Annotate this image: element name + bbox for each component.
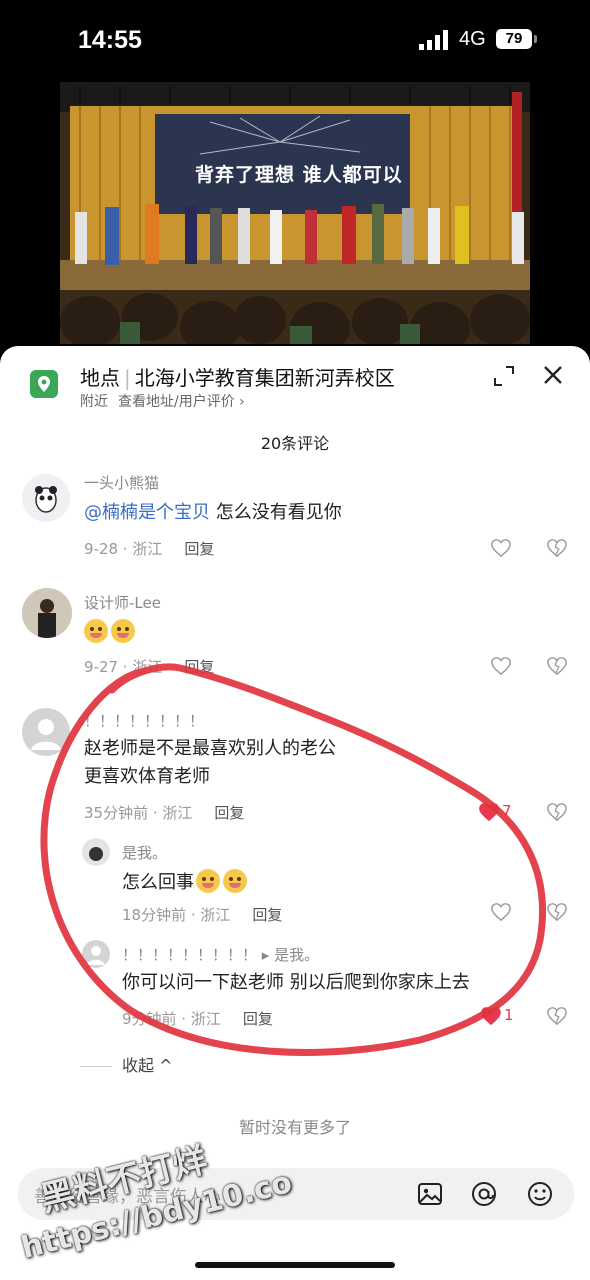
comment-meta: 9-28 · 浙江 回复	[84, 540, 215, 558]
emoji-icon	[111, 619, 135, 643]
dislike-icon[interactable]	[546, 802, 568, 822]
heart-icon[interactable]	[490, 902, 512, 922]
reply-meta: 9分钟前 · 浙江 回复	[122, 1010, 273, 1028]
heart-icon[interactable]	[478, 802, 500, 822]
like-count: 7	[502, 802, 512, 820]
signal-icon	[419, 30, 448, 50]
close-icon[interactable]	[540, 362, 566, 388]
no-more-text: 暂时没有更多了	[238, 1118, 351, 1137]
reply-button[interactable]: 回复	[184, 658, 214, 676]
like-count: 1	[504, 1006, 514, 1024]
mention-link[interactable]: @楠楠是个宝贝	[84, 502, 210, 523]
location-near: 附近	[80, 394, 108, 410]
emoji-icon	[196, 869, 220, 893]
reply-button[interactable]: 回复	[243, 1010, 273, 1028]
emoji-icon[interactable]	[526, 1180, 554, 1208]
heart-icon[interactable]	[490, 656, 512, 676]
comment-text: 赵老师是不是最喜欢别人的老公	[84, 738, 336, 759]
reply-meta: 18分钟前 · 浙江 回复	[122, 906, 283, 924]
avatar[interactable]	[22, 474, 70, 522]
comment-input[interactable]: 善语结善缘，恶言伤人心	[18, 1168, 574, 1220]
comments-sheet: 地点 | 北海小学教育集团新河弄校区 附近 查看地址/用户评价 › 20条评论 一头小…	[0, 346, 590, 1280]
comment-author[interactable]: 设计师-Lee	[84, 592, 161, 613]
view-address-link[interactable]: 查看地址/用户评价 ›	[118, 394, 245, 410]
network-type: 4G	[459, 28, 486, 50]
expand-icon[interactable]	[492, 364, 516, 388]
comment-text: @楠楠是个宝贝 怎么没有看见你	[84, 502, 342, 523]
heart-icon[interactable]	[480, 1006, 502, 1026]
dislike-icon[interactable]	[546, 1006, 568, 1026]
reply-text: 你可以问一下赵老师 别以后爬到你家床上去	[122, 972, 470, 993]
reply-author[interactable]: ！！！！！！！！！ ▸ 是我。	[122, 944, 319, 965]
comment-author[interactable]: ！！！！！！！！	[84, 710, 204, 731]
image-icon[interactable]	[416, 1180, 444, 1208]
comment-count: 20条评论	[260, 434, 330, 453]
video-banner-text: 背弃了理想 谁人都可以	[195, 164, 403, 186]
comment-input-placeholder: 善语结善缘，恶言伤人心	[34, 1187, 221, 1207]
stage-scene-image	[60, 82, 530, 344]
location-label: 地点	[80, 366, 120, 390]
comment-meta: 9-27 · 浙江 回复	[84, 658, 215, 676]
location-name: 北海小学教育集团新河弄校区	[134, 366, 395, 390]
dislike-icon[interactable]	[546, 656, 568, 676]
reply-button[interactable]: 回复	[214, 804, 244, 822]
avatar[interactable]	[82, 940, 110, 968]
battery-icon: 79	[496, 29, 537, 49]
heart-icon[interactable]	[490, 538, 512, 558]
home-indicator[interactable]	[195, 1262, 395, 1268]
comment-text	[84, 618, 138, 647]
reply-author[interactable]: 是我。	[122, 842, 167, 863]
dislike-icon[interactable]	[546, 538, 568, 558]
comment-text: 更喜欢体育老师	[84, 766, 210, 787]
status-time: 14:55	[78, 26, 142, 54]
at-icon[interactable]	[470, 1180, 498, 1208]
reply-button[interactable]: 回复	[252, 906, 282, 924]
dislike-icon[interactable]	[546, 902, 568, 922]
avatar[interactable]	[22, 708, 70, 756]
emoji-icon	[84, 619, 108, 643]
comment-meta: 35分钟前 · 浙江 回复	[84, 804, 245, 822]
reply-button[interactable]: 回复	[184, 540, 214, 558]
avatar[interactable]	[22, 588, 72, 638]
status-bar: 14:55 4G 79	[0, 0, 590, 80]
location-subtitle: 附近 查看地址/用户评价 ›	[80, 391, 245, 411]
location-title[interactable]: 地点 | 北海小学教育集团新河弄校区	[80, 362, 395, 391]
emoji-icon	[223, 869, 247, 893]
reply-text: 怎么回事	[122, 868, 250, 897]
comment-author[interactable]: 一头小熊猫	[84, 472, 159, 493]
avatar[interactable]	[82, 838, 110, 866]
location-icon	[30, 370, 58, 398]
video-thumbnail[interactable]: 背弃了理想 谁人都可以	[60, 82, 530, 344]
collapse-button[interactable]: 收起 ^	[80, 1052, 173, 1076]
